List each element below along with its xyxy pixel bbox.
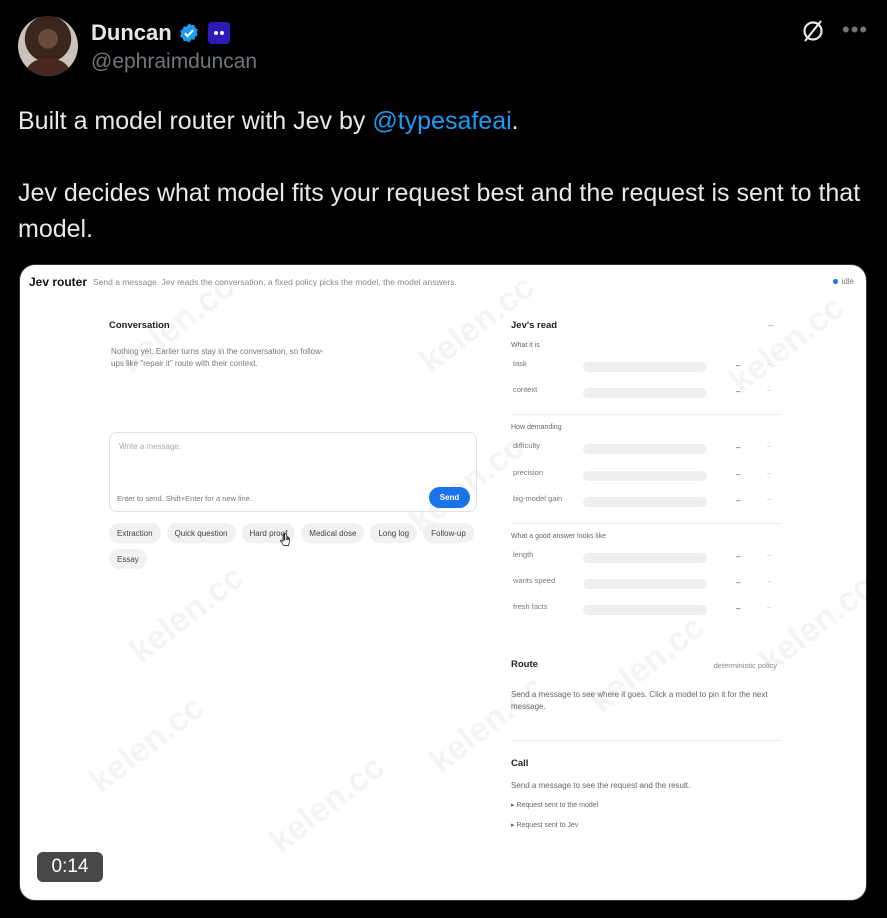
row-label-big-model-gain: big-model gain bbox=[513, 494, 563, 503]
mention-link[interactable]: @typesafeai bbox=[372, 107, 511, 135]
divider bbox=[511, 740, 781, 741]
row-label-difficulty: difficulty bbox=[513, 441, 540, 450]
verified-badge-icon bbox=[179, 23, 198, 43]
score-bar bbox=[583, 579, 707, 589]
more-options-icon[interactable]: ••• bbox=[842, 19, 867, 44]
score-bar bbox=[583, 605, 707, 615]
row-value: – bbox=[736, 496, 741, 505]
score-bar bbox=[583, 388, 707, 398]
chip-quick-question[interactable]: Quick question bbox=[166, 523, 236, 543]
chip-long-log[interactable]: Long log bbox=[370, 523, 418, 543]
divider bbox=[511, 414, 781, 415]
video-time-badge: 0:14 bbox=[37, 852, 103, 882]
author-display-name[interactable]: Duncan bbox=[91, 20, 172, 46]
author-handle[interactable]: @ephraimduncan bbox=[91, 50, 257, 74]
watermark: kelen.cc bbox=[82, 688, 212, 801]
message-input[interactable]: Write a message. bbox=[119, 442, 181, 451]
chip-essay[interactable]: Essay bbox=[109, 549, 147, 569]
row-label-precision: precision bbox=[513, 468, 544, 477]
row-value-secondary: – bbox=[767, 496, 771, 503]
conversation-title: Conversation bbox=[109, 320, 170, 331]
grok-icon[interactable] bbox=[800, 18, 826, 44]
row-value: – bbox=[736, 578, 741, 587]
route-title: Route bbox=[511, 659, 538, 670]
row-value-secondary: – bbox=[767, 443, 771, 450]
row-value-secondary: – bbox=[767, 578, 771, 585]
score-bar bbox=[583, 497, 707, 507]
tweet-line-2: Jev decides what model fits your request… bbox=[18, 179, 861, 243]
app-title: Jev router bbox=[29, 275, 88, 289]
send-button[interactable]: Send bbox=[429, 487, 470, 508]
status-indicator: idle bbox=[832, 277, 854, 286]
message-composer[interactable]: Write a message. Enter to send. Shift+En… bbox=[109, 432, 477, 512]
status-dot-icon bbox=[832, 279, 838, 284]
route-policy: deterministic policy bbox=[713, 661, 777, 670]
tweet-line-1: Built a model router with Jev by @typesa… bbox=[18, 107, 519, 135]
group-label: What it is bbox=[511, 342, 540, 349]
watermark: kelen.cc bbox=[722, 288, 852, 401]
row-label-length: length bbox=[513, 550, 534, 559]
score-bar bbox=[583, 362, 707, 372]
affiliation-icon[interactable] bbox=[207, 22, 230, 44]
score-bar bbox=[583, 444, 707, 454]
watermark: kelen.cc bbox=[262, 748, 392, 861]
row-value: – bbox=[736, 552, 741, 561]
status-text: idle bbox=[841, 277, 854, 286]
example-chips: Extraction Quick question Hard proof Med… bbox=[109, 523, 489, 569]
row-value-secondary: – bbox=[767, 470, 771, 477]
score-bar bbox=[583, 553, 707, 563]
composer-hint: Enter to send. Shift+Enter for a new lin… bbox=[117, 494, 252, 503]
pointer-cursor-icon bbox=[280, 533, 290, 546]
row-label-context: context bbox=[513, 385, 538, 394]
row-value-secondary: – bbox=[767, 604, 771, 611]
row-label-task: task bbox=[513, 359, 527, 368]
divider bbox=[511, 523, 781, 524]
row-value-secondary: – bbox=[767, 552, 771, 559]
chip-medical-dose[interactable]: Medical dose bbox=[301, 523, 365, 543]
row-value: – bbox=[736, 470, 741, 479]
chip-extraction[interactable]: Extraction bbox=[109, 523, 161, 543]
request-sent-to-jev-toggle[interactable]: ▸ Request sent to Jev bbox=[511, 821, 578, 829]
row-value-secondary: – bbox=[767, 361, 771, 368]
row-value: – bbox=[736, 443, 741, 452]
app-screenshot: kelen.cc kelen.cc kelen.cc kelen.cc kele… bbox=[20, 265, 866, 900]
group-label: How demanding bbox=[511, 424, 562, 431]
row-value: – bbox=[736, 604, 741, 613]
chip-follow-up[interactable]: Follow-up bbox=[423, 523, 474, 543]
route-text: Send a message to see where it goes. Cli… bbox=[511, 690, 768, 711]
row-value-secondary: – bbox=[767, 387, 771, 394]
author-name-row: Duncan bbox=[91, 20, 230, 46]
group-label: What a good answer looks like bbox=[511, 533, 606, 540]
tweet-text: Built a model router with Jev by @typesa… bbox=[18, 103, 868, 247]
watermark: kelen.cc bbox=[422, 668, 552, 781]
request-sent-to-model-toggle[interactable]: ▸ Request sent to the model bbox=[511, 801, 598, 809]
row-label-fresh-facts: fresh facts bbox=[513, 602, 548, 611]
conversation-empty-text: Nothing yet. Earlier turns stay in the c… bbox=[111, 347, 324, 368]
call-text: Send a message to see the request and th… bbox=[511, 781, 691, 790]
call-title: Call bbox=[511, 758, 529, 769]
watermark: kelen.cc bbox=[122, 558, 252, 671]
row-value: – bbox=[736, 361, 741, 370]
avatar[interactable] bbox=[18, 16, 78, 76]
jev-read-status: – bbox=[767, 320, 773, 330]
video-player[interactable]: kelen.cc kelen.cc kelen.cc kelen.cc kele… bbox=[19, 264, 867, 901]
score-bar bbox=[583, 471, 707, 481]
row-label-wants-speed: wants speed bbox=[513, 576, 556, 585]
row-value: – bbox=[736, 387, 741, 396]
jev-read-title: Jev's read bbox=[511, 320, 558, 331]
app-subtitle: Send a message. Jev reads the conversati… bbox=[93, 277, 457, 287]
